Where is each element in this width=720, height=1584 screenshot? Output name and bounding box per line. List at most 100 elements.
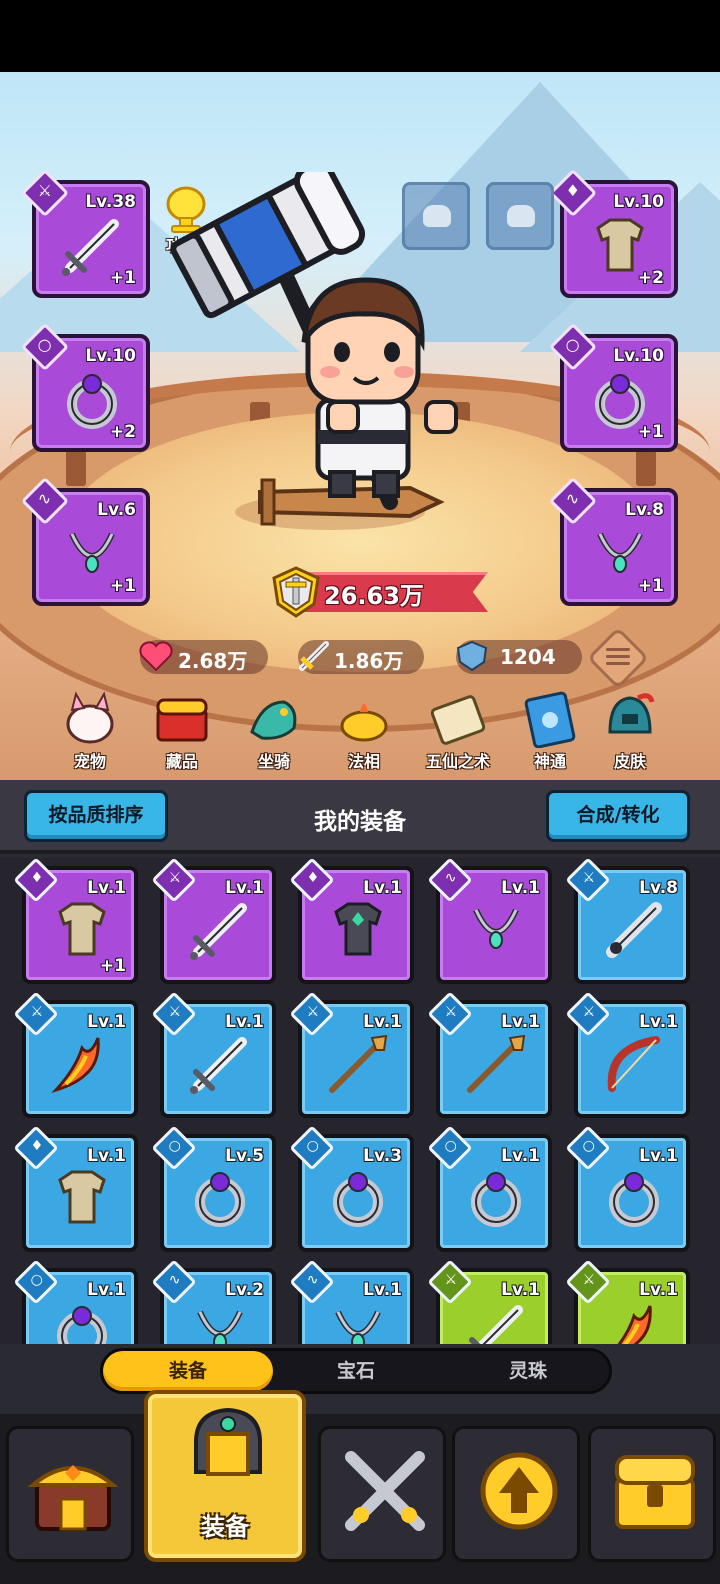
inventory-item[interactable]: ♦ Lv.1 [13,1125,138,1252]
inventory-item[interactable]: ⚔ Lv.8 [565,858,690,984]
inventory-panel: 按品质排序 我的装备 合成/转化 ♦ Lv.1 +1 ⚔ Lv.1 ♦ Lv.1 ∿ Lv.1 ⚔… [0,780,720,1414]
inventory-grid[interactable]: ♦ Lv.1 +1 ⚔ Lv.1 ♦ Lv.1 ∿ Lv.1 ⚔ Lv.8 ⚔ Lv.1 ⚔ Lv.1 ⚔ Lv… [0,858,720,1344]
inventory-item[interactable]: ∿ Lv.1 [427,858,552,984]
feature-label: 神通 [533,752,566,771]
item-level: Lv.1 [87,878,126,898]
hp-stat: 2.68万 [139,640,268,674]
inventory-item[interactable]: ○ Lv.3 [289,1125,414,1252]
merge-convert-button[interactable]: 合成/转化 [546,790,690,842]
inventory-item[interactable]: ⚔ Lv.1 [13,991,138,1118]
feature-label: 宠物 [73,752,106,771]
feature-spellbook[interactable]: 神通 [508,688,592,778]
inventory-item[interactable]: ♦ Lv.1 +1 [13,858,138,984]
combat-power-emblem-icon [272,566,320,618]
feature-lamp[interactable]: 法相 [322,688,406,778]
nav-upgrade[interactable] [452,1426,580,1562]
subtab-1[interactable]: 宝石 [271,1351,441,1391]
item-level: Lv.1 [225,878,264,898]
equip-slot-left-weapon[interactable]: ⚔ Lv.38 +1 [20,168,150,298]
ring-icon [333,1172,383,1227]
item-level: Lv.1 [87,1280,126,1300]
equip-slot-left-ring[interactable]: ○ Lv.10 +2 [20,322,150,452]
equip-slot-right-necklace[interactable]: ∿ Lv.8 +1 [548,476,678,606]
slot-enhance-level: +2 [637,268,664,288]
hp-value: 2.68万 [178,649,248,673]
inventory-item[interactable]: ○ Lv.1 [427,1125,552,1252]
combat-power-bar: 26.63万 [268,564,488,618]
inventory-item[interactable]: ⚔ Lv.1 [565,991,690,1118]
heart-icon [139,641,173,672]
feature-scroll[interactable]: 五仙之术 [416,688,500,778]
inventory-item[interactable]: ∿ Lv.1 [289,1259,414,1344]
inventory-item[interactable]: ♦ Lv.1 [289,858,414,984]
attack-stat: 1.86万 [298,640,424,674]
nav-equipment[interactable]: 装备 [144,1390,306,1562]
ring-icon [195,1172,245,1227]
inventory-item[interactable]: ∿ Lv.2 [151,1259,276,1344]
defense-value: 1204 [500,645,556,669]
feature-label: 藏品 [165,752,198,771]
equipment-icon [194,1407,262,1476]
chest-icon [615,1455,695,1529]
nav-chest[interactable] [588,1426,716,1562]
item-level: Lv.1 [87,1146,126,1166]
empty-companion-slot[interactable] [486,182,554,250]
slot-enhance-level: +1 [109,268,136,288]
nav-battle[interactable] [318,1426,446,1562]
item-level: Lv.1 [501,1280,540,1300]
necklace-icon [197,1310,243,1344]
equip-slot-right-armor[interactable]: ♦ Lv.10 +2 [548,168,678,298]
sword-icon [299,641,329,671]
subtab-0[interactable]: 装备 [103,1351,273,1391]
robe-icon [334,902,382,956]
item-level: Lv.8 [639,878,678,898]
feature-treasure-chest[interactable]: 藏品 [140,688,224,778]
attack-value: 1.86万 [334,649,404,673]
slot-level: Lv.38 [85,192,136,212]
necklace-icon [473,908,519,949]
nav-shop[interactable] [6,1426,134,1562]
inventory-item[interactable]: ⚔ Lv.1 [289,991,414,1118]
feature-pet[interactable]: 宠物 [48,688,132,778]
hero-scene: ⚔ Lv.38 +1 ○ Lv.10 +2 ∿ Lv.6 +1 ♦ Lv.10 +2 ○ Lv.10 +1… [0,72,720,780]
bottom-navigation: 装备 [0,1390,720,1584]
shield-icon [456,640,488,672]
item-level: Lv.5 [225,1146,264,1166]
inventory-item[interactable]: ⚔ Lv.1 [151,858,276,984]
pet-icon [66,691,114,744]
inventory-item[interactable]: ⚔ Lv.1 [151,991,276,1118]
status-bar [0,0,720,72]
feature-label: 法相 [347,752,380,771]
armor-icon [58,1170,106,1224]
lamp-icon [340,704,388,742]
item-level: Lv.1 [501,1012,540,1032]
feature-helmet[interactable]: 皮肤 [588,688,672,778]
rail-post [66,450,86,486]
inventory-item[interactable]: ⚔ Lv.1 [565,1259,690,1344]
scroll-icon [430,695,486,745]
slot-enhance-level: +1 [637,576,664,596]
inventory-item[interactable]: ○ Lv.1 [13,1259,138,1344]
slot-enhance-level: +2 [109,422,136,442]
equip-slot-right-ring[interactable]: ○ Lv.10 +1 [548,322,678,452]
ring-icon [471,1172,521,1227]
combat-power-value: 26.63万 [324,582,424,610]
item-level: Lv.2 [225,1280,264,1300]
item-enhance-level: +1 [99,956,126,976]
slot-level: Lv.10 [613,346,664,366]
inventory-header: 按品质排序 我的装备 合成/转化 [0,780,720,854]
equip-slot-left-necklace[interactable]: ∿ Lv.6 +1 [20,476,150,606]
item-level: Lv.1 [363,1012,402,1032]
inventory-item[interactable]: ○ Lv.5 [151,1125,276,1252]
slot-level: Lv.10 [85,346,136,366]
nav-label: 装备 [201,1513,249,1541]
item-level: Lv.1 [363,878,402,898]
inventory-item[interactable]: ⚔ Lv.1 [427,991,552,1118]
sword-icon [190,903,247,960]
item-level: Lv.1 [225,1012,264,1032]
inventory-item[interactable]: ○ Lv.1 [565,1125,690,1252]
inventory-item[interactable]: ⚔ Lv.1 [427,1259,552,1344]
spear-icon [467,1034,526,1093]
feature-mount[interactable]: 坐骑 [232,688,316,778]
subtab-2[interactable]: 灵珠 [443,1351,613,1391]
